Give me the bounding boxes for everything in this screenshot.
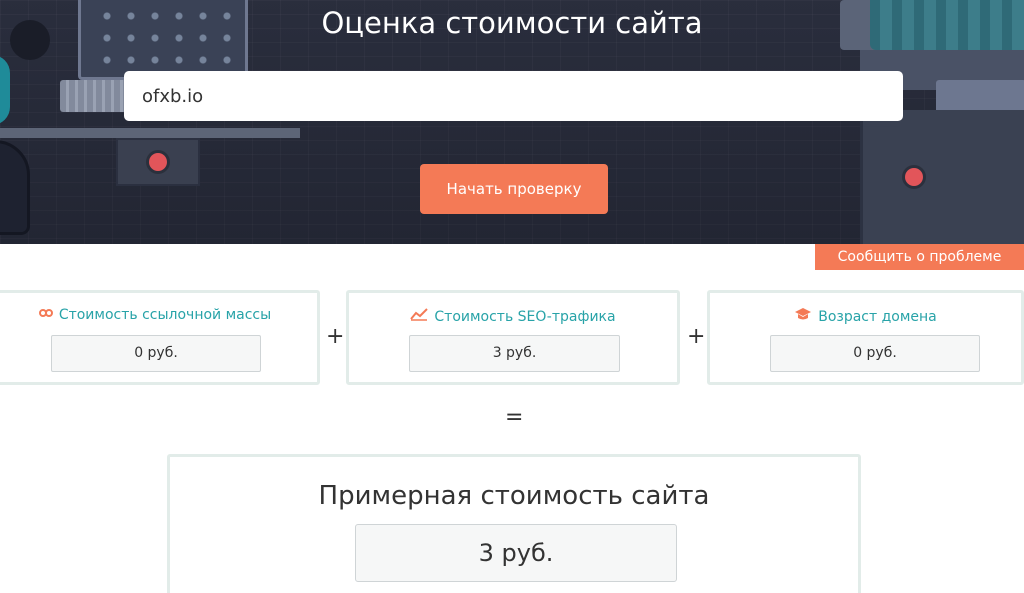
report-problem-button[interactable]: Сообщить о проблеме	[815, 244, 1024, 270]
card-title: Возраст домена	[710, 307, 1021, 325]
machine-base	[860, 110, 1024, 244]
page-title: Оценка стоимости сайта	[321, 6, 703, 40]
red-light-icon	[149, 153, 167, 171]
chart-icon	[410, 307, 429, 325]
card-value: 0 руб.	[51, 335, 261, 372]
start-check-button[interactable]: Начать проверку	[420, 164, 608, 214]
card-seo-traffic-cost: Стоимость SEO-трафика 3 руб.	[346, 290, 680, 385]
red-light-icon	[905, 168, 923, 186]
link-icon	[38, 307, 53, 323]
card-link-mass-cost: Стоимость ссылочной массы 0 руб.	[0, 290, 320, 385]
desk-drawer-illustration	[116, 138, 200, 186]
total-title: Примерная стоимость сайта	[318, 481, 710, 511]
card-title-text: Стоимость SEO-трафика	[434, 309, 616, 325]
total-value: 3 руб.	[355, 524, 677, 582]
total-cost-card: Примерная стоимость сайта 3 руб.	[167, 454, 861, 593]
url-input[interactable]	[124, 71, 903, 121]
robot-arm	[0, 55, 10, 125]
card-value: 3 руб.	[409, 335, 620, 372]
robot-leg	[0, 140, 30, 235]
hero-banner: Оценка стоимости сайта Начать проверку	[0, 0, 1024, 244]
graduation-cap-icon	[794, 307, 812, 325]
card-domain-age: Возраст домена 0 руб.	[707, 290, 1024, 385]
card-title: Стоимость ссылочной массы	[0, 307, 317, 323]
card-value: 0 руб.	[770, 335, 980, 372]
equals-sign: =	[505, 405, 524, 430]
desk-illustration	[0, 128, 300, 138]
plus-sign: +	[326, 324, 345, 349]
card-title-text: Стоимость ссылочной массы	[58, 307, 272, 323]
card-title: Стоимость SEO-трафика	[349, 307, 677, 325]
plus-sign: +	[687, 324, 706, 349]
card-title-text: Возраст домена	[818, 309, 937, 325]
